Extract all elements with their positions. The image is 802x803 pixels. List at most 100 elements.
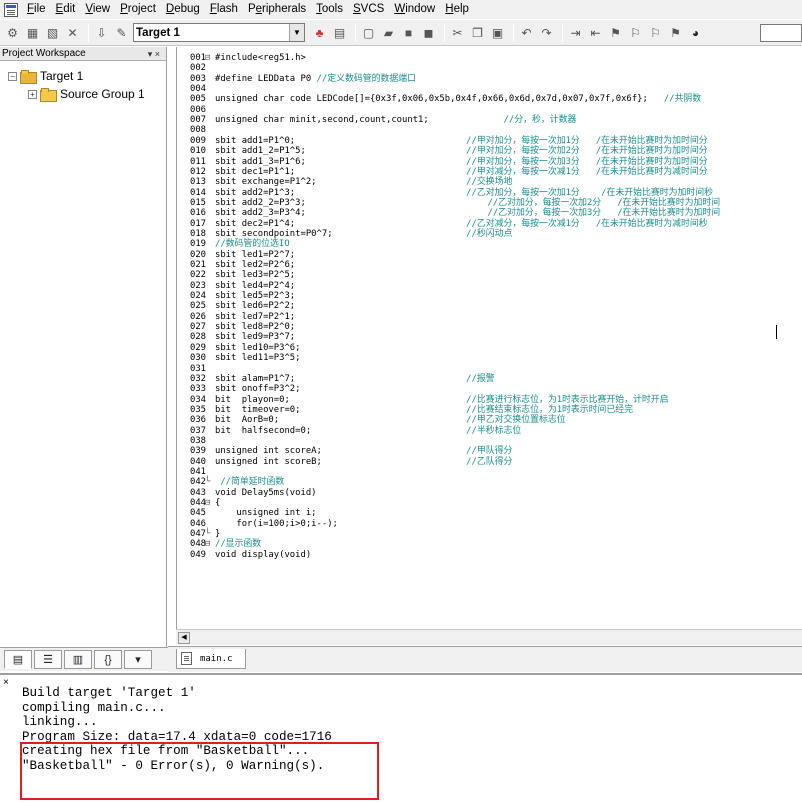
menu-item[interactable]: Flash <box>205 0 243 19</box>
fold-marker[interactable] <box>205 353 215 363</box>
menu-item[interactable]: File <box>22 0 51 19</box>
fold-marker[interactable] <box>205 250 215 260</box>
redo-icon[interactable]: ↷ <box>538 24 555 41</box>
fold-marker[interactable] <box>205 157 215 167</box>
templates-tab-icon[interactable]: ▾ <box>124 650 152 669</box>
target-options-icon[interactable]: ✎ <box>113 24 130 41</box>
books-tab-icon[interactable]: ▥ <box>64 650 92 669</box>
fold-marker[interactable] <box>205 291 215 301</box>
fold-marker[interactable] <box>205 281 215 291</box>
indent-icon[interactable]: ⇥ <box>567 24 584 41</box>
fold-marker[interactable] <box>205 125 215 135</box>
file-tab-main-c[interactable]: main.c <box>176 649 246 669</box>
translate-icon[interactable]: ⚙ <box>4 24 21 41</box>
target-select[interactable]: Target 1 ▼ <box>133 23 305 42</box>
outdent-icon[interactable]: ⇤ <box>587 24 604 41</box>
fold-marker[interactable] <box>205 229 215 239</box>
fold-marker[interactable] <box>205 84 215 94</box>
clear-bookmarks-icon[interactable]: ⚑ <box>667 24 684 41</box>
next-bookmark-icon[interactable]: ⚐ <box>647 24 664 41</box>
save-icon[interactable]: ■ <box>400 24 417 41</box>
fold-marker[interactable] <box>205 136 215 146</box>
fold-marker[interactable] <box>205 74 215 84</box>
regs-tab-icon[interactable]: ☰ <box>34 650 62 669</box>
menu-item[interactable]: Tools <box>311 0 348 19</box>
find-icon[interactable]: ◕ <box>687 24 704 41</box>
fold-marker[interactable] <box>205 260 215 270</box>
menu-item[interactable]: View <box>80 0 115 19</box>
fold-marker[interactable] <box>205 415 215 425</box>
fold-marker[interactable] <box>205 301 215 311</box>
collapse-icon[interactable]: − <box>8 71 17 81</box>
save-all-icon[interactable]: ◼ <box>420 24 437 41</box>
find-input[interactable] <box>760 24 802 42</box>
chevron-down-icon[interactable]: ▼ <box>289 24 304 41</box>
fold-marker[interactable]: ⊟ <box>205 539 215 549</box>
fold-marker[interactable] <box>205 63 215 73</box>
new-file-icon[interactable]: ▢ <box>360 24 377 41</box>
code-editor[interactable]: 001⊟ #include<reg51.h> 002 003 #define LED… <box>176 47 802 629</box>
fold-marker[interactable] <box>205 188 215 198</box>
fold-marker[interactable] <box>205 322 215 332</box>
paste-icon[interactable]: ▣ <box>489 24 506 41</box>
fold-marker[interactable]: └ <box>205 477 215 487</box>
prev-bookmark-icon[interactable]: ⚐ <box>627 24 644 41</box>
fold-marker[interactable] <box>205 457 215 467</box>
files-tab-icon[interactable]: ▤ <box>4 650 32 669</box>
fold-marker[interactable] <box>205 508 215 518</box>
fold-marker[interactable] <box>205 177 215 187</box>
fold-marker[interactable] <box>205 312 215 322</box>
fold-marker[interactable] <box>205 94 215 104</box>
tree-item-source-group[interactable]: + Source Group 1 <box>28 86 145 102</box>
tree-item-target[interactable]: − Target 1 <box>8 68 83 84</box>
fold-marker[interactable] <box>205 488 215 498</box>
fold-marker[interactable] <box>205 384 215 394</box>
fold-marker[interactable] <box>205 550 215 560</box>
horizontal-scrollbar[interactable]: ◀ <box>176 629 802 645</box>
fold-marker[interactable] <box>205 219 215 229</box>
fold-marker[interactable] <box>205 467 215 477</box>
file-extensions-icon[interactable]: ▤ <box>331 24 348 41</box>
fold-marker[interactable]: ⊟ <box>205 498 215 508</box>
fold-marker[interactable]: └ <box>205 529 215 539</box>
fold-marker[interactable] <box>205 426 215 436</box>
fold-marker[interactable] <box>205 332 215 342</box>
open-file-icon[interactable]: ▰ <box>380 24 397 41</box>
fold-marker[interactable] <box>205 446 215 456</box>
fold-marker[interactable]: ⊟ <box>205 53 215 63</box>
menu-item[interactable]: Peripherals <box>243 0 311 19</box>
workspace-controls[interactable]: ▾ × <box>148 47 160 61</box>
menu-item[interactable]: Window <box>389 0 440 19</box>
fold-marker[interactable] <box>205 395 215 405</box>
fold-marker[interactable] <box>205 343 215 353</box>
fold-marker[interactable] <box>205 364 215 374</box>
fold-marker[interactable] <box>205 105 215 115</box>
fold-marker[interactable] <box>205 270 215 280</box>
document-icon[interactable] <box>4 2 18 17</box>
close-icon[interactable]: × <box>3 677 9 688</box>
menu-item[interactable]: Project <box>115 0 161 19</box>
menu-item[interactable]: Edit <box>51 0 81 19</box>
menu-item[interactable]: Debug <box>161 0 205 19</box>
rebuild-icon[interactable]: ▧ <box>44 24 61 41</box>
build-icon[interactable]: ▦ <box>24 24 41 41</box>
fold-marker[interactable] <box>205 208 215 218</box>
fold-marker[interactable] <box>205 115 215 125</box>
stop-build-icon[interactable]: ✕ <box>64 24 81 41</box>
fold-marker[interactable] <box>205 374 215 384</box>
scroll-left-icon[interactable]: ◀ <box>178 632 190 644</box>
fold-marker[interactable] <box>205 167 215 177</box>
copy-icon[interactable]: ❐ <box>469 24 486 41</box>
download-icon[interactable]: ⇩ <box>93 24 110 41</box>
fold-marker[interactable] <box>205 198 215 208</box>
menu-item[interactable]: SVCS <box>348 0 389 19</box>
fold-marker[interactable] <box>205 436 215 446</box>
fold-marker[interactable] <box>205 146 215 156</box>
bookmark-icon[interactable]: ⚑ <box>607 24 624 41</box>
functions-tab-icon[interactable]: {} <box>94 650 122 669</box>
fold-marker[interactable] <box>205 405 215 415</box>
fold-marker[interactable] <box>205 239 215 249</box>
menu-item[interactable]: Help <box>440 0 474 19</box>
expand-icon[interactable]: + <box>28 89 37 99</box>
manage-components-icon[interactable]: ♣ <box>311 24 328 41</box>
